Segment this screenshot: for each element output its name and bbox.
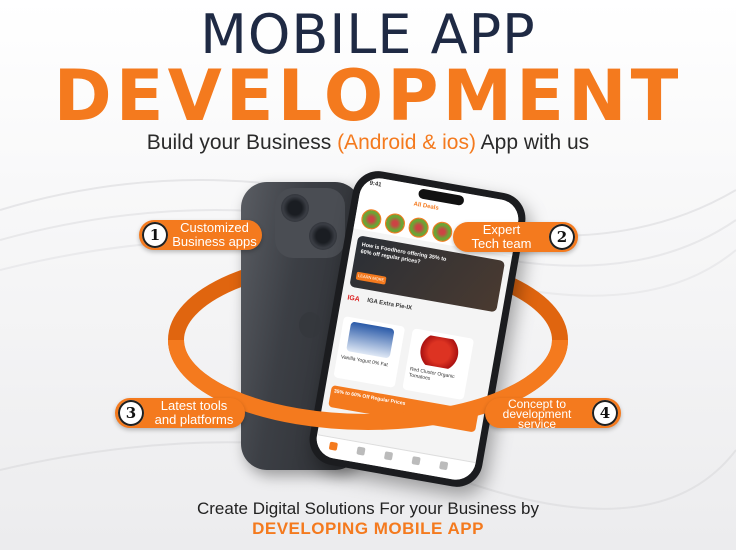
- orange-ring-front: [168, 339, 568, 430]
- feature-pill-2: 2 Expert Tech team: [453, 222, 578, 252]
- feature-label-1: Customized Business apps: [172, 220, 257, 249]
- feature-pill-3: 3 Latest tools and platforms: [115, 398, 245, 428]
- feature-pill-4: 4 Concept to development service: [485, 398, 621, 430]
- feature-label-2: Expert Tech team: [471, 222, 532, 251]
- feature-pill-1: 1 Customized Business apps: [139, 220, 262, 250]
- footer-line-1: Create Digital Solutions For your Busine…: [196, 499, 540, 518]
- footer-line-2: DEVELOPING MOBILE APP: [252, 519, 484, 538]
- feature-label-4: Concept to development service: [502, 397, 572, 431]
- feature-label-3: Latest tools and platforms: [154, 398, 234, 427]
